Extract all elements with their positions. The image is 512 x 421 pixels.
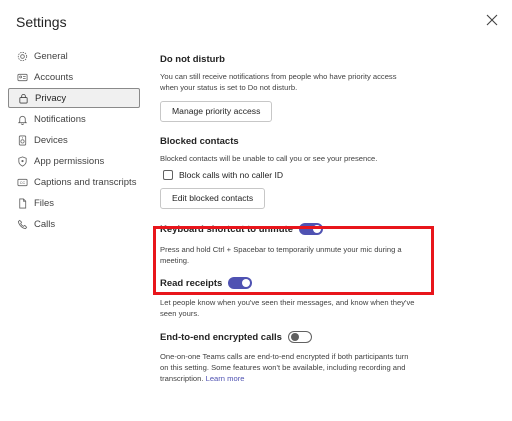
sidebar-item-calls[interactable]: Calls xyxy=(8,214,140,234)
privacy-settings-panel: Do not disturb You can still receive not… xyxy=(160,54,450,384)
speaker-icon xyxy=(16,134,28,146)
phone-icon xyxy=(16,218,28,230)
sidebar-item-label: App permissions xyxy=(34,155,105,167)
dialog-title: Settings xyxy=(16,14,67,30)
dnd-title: Do not disturb xyxy=(160,54,225,65)
close-icon[interactable] xyxy=(484,12,500,28)
sidebar-item-devices[interactable]: Devices xyxy=(8,130,140,150)
sidebar-item-notifications[interactable]: Notifications xyxy=(8,109,140,129)
sidebar-item-files[interactable]: Files xyxy=(8,193,140,213)
blocked-contacts-description: Blocked contacts will be unable to call … xyxy=(160,154,378,163)
e2e-calls-title: End-to-end encrypted calls xyxy=(160,331,282,343)
dnd-description: You can still receive notifications from… xyxy=(160,72,397,92)
svg-text:CC: CC xyxy=(19,180,25,184)
red-highlight-box xyxy=(153,226,434,295)
e2e-calls-description: One-on-one Teams calls are end-to-end en… xyxy=(160,352,409,383)
learn-more-link[interactable]: Learn more xyxy=(206,374,245,383)
settings-dialog: Settings General Accounts Privacy Notifi… xyxy=(0,0,512,421)
blocked-contacts-title: Blocked contacts xyxy=(160,136,239,147)
gear-icon xyxy=(16,50,28,62)
sidebar-item-app-permissions[interactable]: App permissions xyxy=(8,151,140,171)
sidebar-item-label: Accounts xyxy=(34,71,74,83)
bell-icon xyxy=(16,113,28,125)
e2e-calls-toggle[interactable] xyxy=(287,331,312,343)
block-no-caller-id-label: Block calls with no caller ID xyxy=(179,170,284,180)
sidebar-item-captions[interactable]: CC Captions and transcripts xyxy=(8,172,140,192)
shield-icon xyxy=(16,155,28,167)
sidebar-item-label: Notifications xyxy=(34,113,86,125)
manage-priority-access-button[interactable]: Manage priority access xyxy=(160,101,273,122)
sidebar-item-accounts[interactable]: Accounts xyxy=(8,67,140,87)
cc-icon: CC xyxy=(16,176,28,188)
sidebar-item-privacy[interactable]: Privacy xyxy=(8,88,140,108)
settings-sidebar: General Accounts Privacy Notifications D… xyxy=(8,46,140,235)
block-no-caller-id-checkbox[interactable] xyxy=(163,170,173,180)
read-receipts-description: Let people know when you've seen their m… xyxy=(160,298,415,318)
edit-blocked-contacts-button[interactable]: Edit blocked contacts xyxy=(160,188,266,209)
sidebar-item-label: Captions and transcripts xyxy=(34,176,137,188)
sidebar-item-label: Calls xyxy=(34,218,56,230)
sidebar-item-label: Devices xyxy=(34,134,68,146)
sidebar-item-label: Files xyxy=(34,197,55,209)
file-icon xyxy=(16,197,28,209)
id-card-icon xyxy=(16,71,28,83)
sidebar-item-label: Privacy xyxy=(35,92,67,104)
lock-icon xyxy=(17,92,29,104)
sidebar-item-label: General xyxy=(34,50,68,62)
sidebar-item-general[interactable]: General xyxy=(8,46,140,66)
